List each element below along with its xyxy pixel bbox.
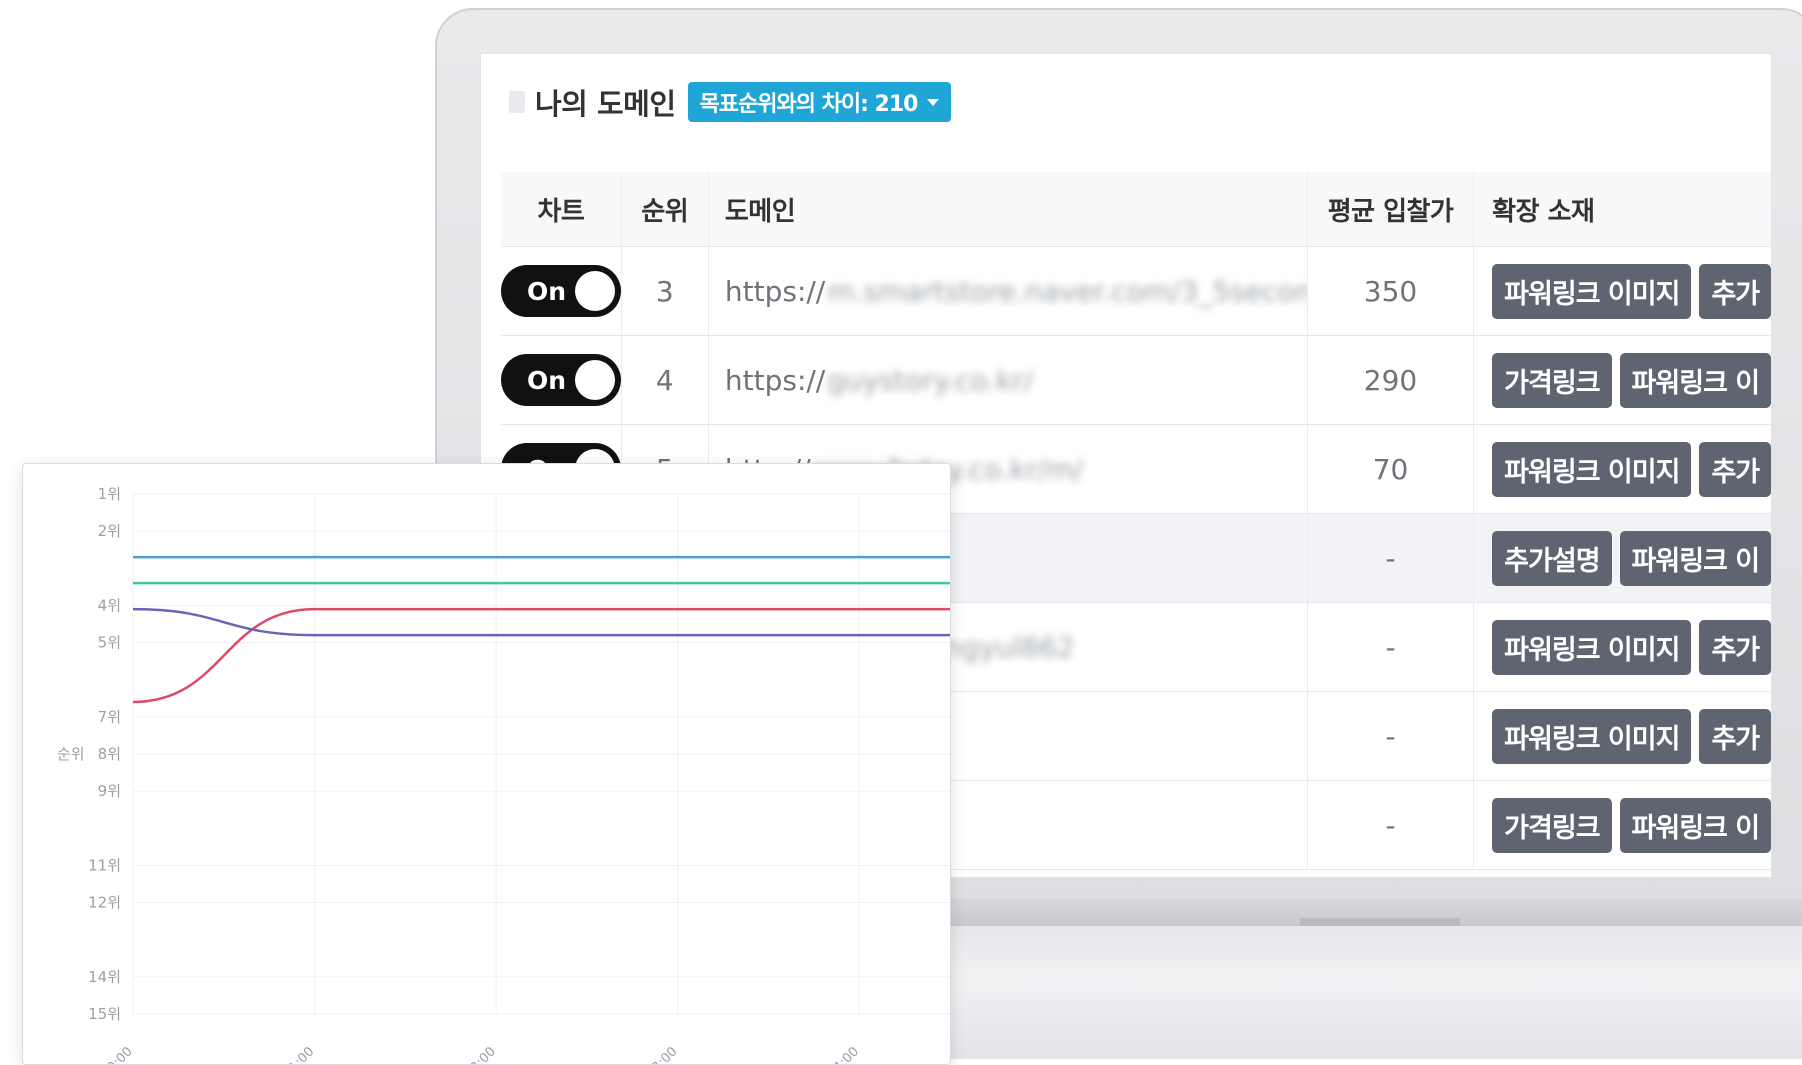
toggle-knob [574,360,615,400]
avg-bid-cell: 290 [1308,336,1475,424]
target-rank-dropdown[interactable]: 목표순위와의 차이: 210 [687,82,952,122]
extensions-cell: 파워링크 이미지 추가 [1474,425,1771,513]
y-tick-label: 2위 [98,522,121,540]
y-tick-label: 9위 [98,782,121,800]
caret-down-icon [927,98,940,106]
extension-tag[interactable]: 추가 [1699,441,1771,497]
url-host: m.smartstore.naver.com/3_5seconds [827,274,1308,308]
y-tick-label: 1위 [98,485,121,503]
x-tick-label: 03:00 [643,1044,680,1064]
y-tick-label: 15위 [88,1005,121,1023]
table-header: 차트 순위 도메인 평균 입찰가 확장 소재 [501,172,1771,247]
y-tick-label: 14위 [88,968,121,986]
y-tick-label: 12위 [88,894,121,912]
y-tick-label: 5위 [98,634,121,652]
badge-label: 목표순위와의 차이: 210 [699,92,919,117]
avg-bid-cell: 70 [1308,425,1475,513]
extension-tag[interactable]: 추가 [1699,708,1771,764]
extension-tag[interactable]: 파워링크 이 [1619,530,1771,586]
x-tick-label: 01:00 [280,1044,317,1064]
avg-bid-cell: - [1308,514,1475,602]
extension-tag[interactable]: 가격링크 [1492,797,1612,853]
y-tick-label: 8위 [98,745,121,763]
extension-tag[interactable]: 가격링크 [1492,352,1612,408]
extensions-cell: 파워링크 이미지 추가 [1474,692,1771,780]
chart-toggle[interactable]: On [501,265,621,317]
series-line [132,607,950,704]
extension-tag[interactable]: 파워링크 이미지 [1492,708,1692,764]
domain-cell[interactable]: https://guystory.co.kr/ [709,336,1308,424]
rank-cell: 4 [622,336,709,424]
extension-tag[interactable]: 파워링크 이 [1619,352,1771,408]
x-tick-label: 00:00 [99,1044,136,1064]
toggle-label: On [527,365,567,395]
rank-cell: 3 [622,247,709,335]
extension-tag[interactable]: 파워링크 이 [1619,797,1771,853]
header-rank: 순위 [622,172,709,246]
extensions-cell: 가격링크 파워링크 이 [1474,781,1771,869]
avg-bid-cell: - [1308,603,1475,691]
x-tick-label: 02:00 [462,1044,499,1064]
extensions-cell: 추가설명 파워링크 이 [1474,514,1771,602]
extension-tag[interactable]: 추가설명 [1492,530,1612,586]
y-tick-label: 7위 [98,708,121,726]
url-host: guystory.co.kr/ [827,363,1034,397]
y-axis-label: 순위 [57,745,85,763]
chart-toggle[interactable]: On [501,354,621,406]
panel-title: 나의 도메인 [535,87,676,121]
header-domain: 도메인 [709,172,1308,246]
extension-tag[interactable]: 추가 [1699,619,1771,675]
extension-tag[interactable]: 파워링크 이미지 [1492,441,1692,497]
extensions-cell: 파워링크 이미지 추가 [1474,247,1771,335]
domain-cell[interactable]: https://m.smartstore.naver.com/3_5second… [709,247,1308,335]
extensions-cell: 가격링크 파워링크 이 [1474,336,1771,424]
chart-cell: On [501,336,622,424]
avg-bid-cell: - [1308,781,1475,869]
avg-bid-cell: 350 [1308,247,1475,335]
extension-tag[interactable]: 파워링크 이미지 [1492,263,1692,319]
x-tick-label: 04:00 [825,1044,862,1064]
header-extensions: 확장 소재 [1492,196,1595,227]
toggle-knob [574,271,615,311]
table-row: On 3 https://m.smartstore.naver.com/3_5sec… [501,247,1771,336]
panel-header: 나의 도메인 목표순위와의 차이: 210 [509,82,952,122]
title-marker-icon [509,91,525,113]
toggle-label: On [527,276,567,306]
extension-tag[interactable]: 파워링크 이미지 [1492,619,1692,675]
extension-tag[interactable]: 추가 [1699,263,1771,319]
header-avg-bid: 평균 입찰가 [1308,172,1475,246]
chart-cell: On [501,247,622,335]
extensions-cell: 파워링크 이미지 추가 [1474,603,1771,691]
y-tick-label: 4위 [98,596,121,614]
url-prefix: https:// [724,274,826,308]
header-chart: 차트 [501,172,622,246]
series-line [132,607,950,637]
rank-line-chart: 1위 2위 4위 5위 7위 8위 9위 11위 12위 14위 15위 00:00 01:00 02:0… [57,485,950,1064]
table-row: On 4 https://guystory.co.kr/290 가격링크 파워링크 이 [501,336,1771,425]
y-tick-label: 11위 [88,856,121,874]
avg-bid-cell: - [1308,692,1475,780]
url-prefix: https:// [724,363,826,397]
rank-chart-card: 1위 2위 4위 5위 7위 8위 9위 11위 12위 14위 15위 00:00 01:00 02:0… [22,463,951,1065]
